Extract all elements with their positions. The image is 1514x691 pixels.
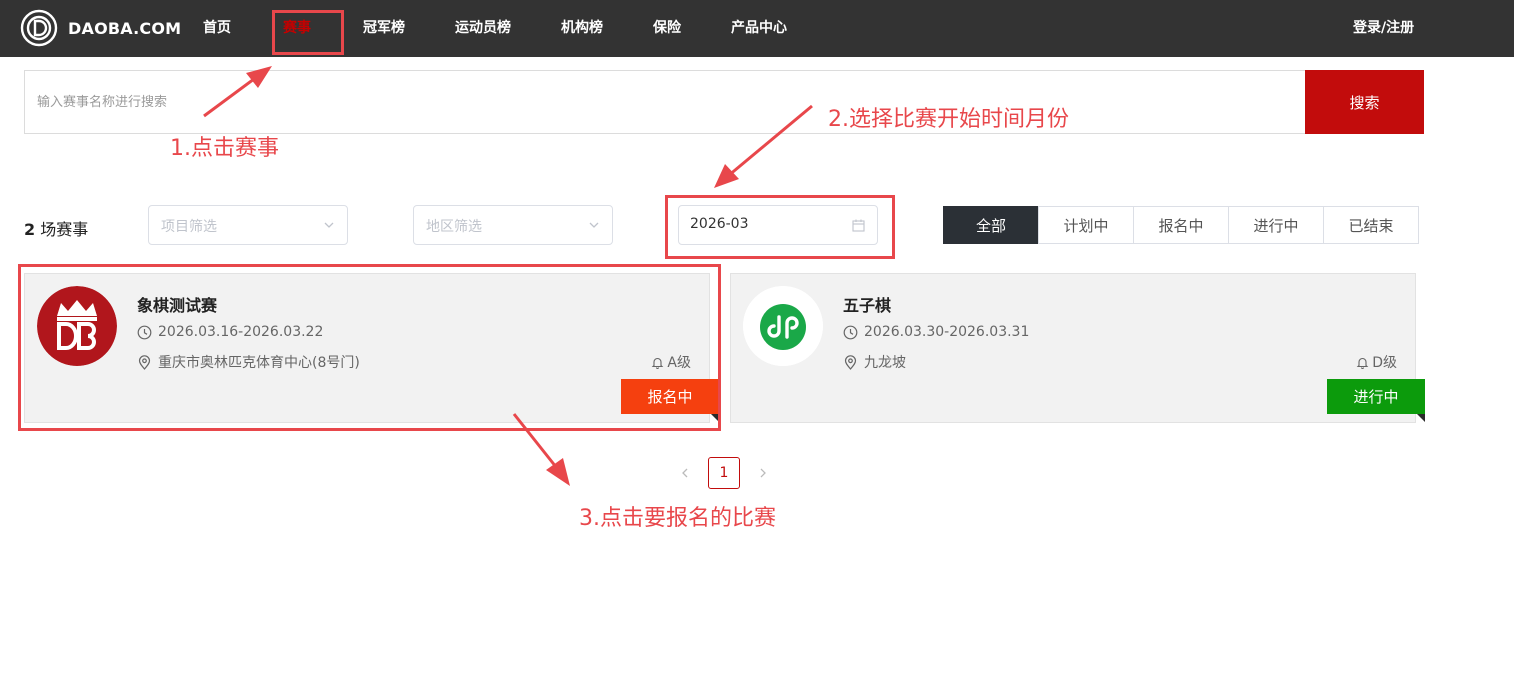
event-level: A级 <box>651 352 691 372</box>
event-title: 象棋测试赛 <box>137 296 218 315</box>
db-crown-logo-icon <box>37 286 117 366</box>
annotation-step-2: 2.选择比赛开始时间月份 <box>828 107 1069 132</box>
bell-icon <box>1356 357 1369 369</box>
month-picker[interactable]: 2026-03 <box>678 205 878 245</box>
event-count: 2 场赛事 <box>24 216 88 240</box>
event-count-suffix: 场赛事 <box>35 220 89 239</box>
pagination: 1 <box>675 457 773 489</box>
nav-events[interactable]: 赛事 <box>283 17 311 37</box>
brand-name: DAOBA.COM <box>68 18 182 38</box>
event-location-row: 重庆市奥林匹克体育中心(8号门) <box>137 352 360 372</box>
chevron-down-icon <box>589 222 599 228</box>
status-badge: 报名中 <box>621 379 719 422</box>
project-filter-select[interactable]: 项目筛选 <box>148 205 348 245</box>
nav-home[interactable]: 首页 <box>203 17 231 37</box>
event-location-row: 九龙坡 <box>843 352 906 372</box>
region-filter-placeholder: 地区筛选 <box>426 219 482 235</box>
event-dates: 2026.03.16-2026.03.22 <box>158 324 324 340</box>
nav-organizations[interactable]: 机构榜 <box>561 17 603 37</box>
event-dates-row: 2026.03.30-2026.03.31 <box>843 324 1029 340</box>
project-filter-placeholder: 项目筛选 <box>161 219 217 235</box>
nav-products[interactable]: 产品中心 <box>731 17 787 37</box>
event-logo <box>743 286 823 366</box>
chevron-right-icon <box>760 468 766 478</box>
nav-athletes[interactable]: 运动员榜 <box>455 17 511 37</box>
tab-finished[interactable]: 已结束 <box>1323 206 1419 244</box>
annotation-step-1: 1.点击赛事 <box>170 136 279 161</box>
search-button[interactable]: 搜索 <box>1305 70 1424 134</box>
next-page-button[interactable] <box>753 458 773 488</box>
search-input[interactable] <box>25 71 1306 133</box>
event-location: 重庆市奥林匹克体育中心(8号门) <box>158 355 360 371</box>
status-tabs: 全部 计划中 报名中 进行中 已结束 <box>943 206 1419 244</box>
event-level-text: D级 <box>1372 355 1397 371</box>
tab-planned[interactable]: 计划中 <box>1038 206 1134 244</box>
location-pin-icon <box>138 354 151 370</box>
event-card[interactable]: 五子棋 2026.03.30-2026.03.31 九龙坡 D级 进行中 <box>730 273 1425 423</box>
event-logo <box>37 286 117 366</box>
event-location: 九龙坡 <box>864 355 906 371</box>
page-number-current[interactable]: 1 <box>708 457 740 489</box>
event-title: 五子棋 <box>843 296 892 315</box>
prev-page-button[interactable] <box>675 458 695 488</box>
calendar-icon <box>852 219 865 232</box>
tab-in-progress[interactable]: 进行中 <box>1228 206 1324 244</box>
event-card[interactable]: 象棋测试赛 2026.03.16-2026.03.22 重庆市奥林匹克体育中心(… <box>24 273 719 423</box>
event-count-number: 2 <box>24 220 36 239</box>
event-level: D级 <box>1356 352 1397 372</box>
nav-champions[interactable]: 冠军榜 <box>363 17 405 37</box>
clock-icon <box>137 325 152 339</box>
month-picker-value: 2026-03 <box>690 216 749 232</box>
chevron-left-icon <box>682 468 688 478</box>
nav-insurance[interactable]: 保险 <box>653 17 681 37</box>
tab-registering[interactable]: 报名中 <box>1133 206 1229 244</box>
bell-icon <box>652 357 664 369</box>
chevron-down-icon <box>324 222 334 228</box>
top-navigation-bar: DAOBA.COM 首页 赛事 冠军榜 运动员榜 机构榜 保险 产品中心 登录/… <box>0 0 1514 57</box>
event-dates-row: 2026.03.16-2026.03.22 <box>137 324 323 340</box>
tab-all[interactable]: 全部 <box>943 206 1039 244</box>
mini-program-icon <box>743 286 823 366</box>
event-dates: 2026.03.30-2026.03.31 <box>864 324 1030 340</box>
status-badge: 进行中 <box>1327 379 1425 422</box>
login-register-link[interactable]: 登录/注册 <box>1353 17 1414 37</box>
clock-icon <box>843 325 858 339</box>
brand-logo[interactable]: DAOBA.COM <box>20 9 181 47</box>
event-level-text: A级 <box>667 355 691 371</box>
page: DAOBA.COM 首页 赛事 冠军榜 运动员榜 机构榜 保险 产品中心 登录/… <box>0 0 1514 691</box>
daoba-logo-icon <box>20 9 58 47</box>
search-box <box>24 70 1306 134</box>
location-pin-icon <box>844 354 857 370</box>
annotation-step-3: 3.点击要报名的比赛 <box>579 506 776 531</box>
region-filter-select[interactable]: 地区筛选 <box>413 205 613 245</box>
